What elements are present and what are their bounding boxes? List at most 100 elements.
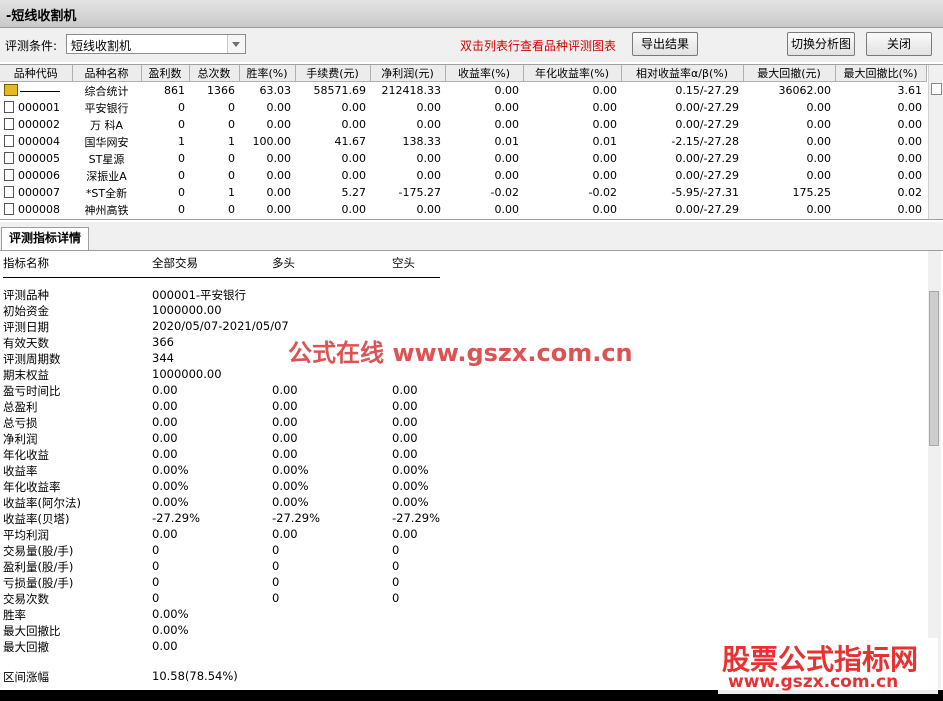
column-header[interactable]: 净利润(元) bbox=[370, 65, 446, 82]
column-header[interactable]: 品种代码 bbox=[0, 65, 73, 82]
column-header[interactable]: 相对收益率α/β(%) bbox=[621, 65, 744, 82]
column-header[interactable]: 盈利数 bbox=[141, 65, 190, 82]
cell-text: 58571.69 bbox=[313, 84, 367, 97]
summary-icon bbox=[4, 84, 18, 96]
table-row[interactable]: 000008 神州高铁 0 0 0.00 0.00 0.00 0.00 0.00 0.00/-27… bbox=[0, 201, 926, 218]
metric-value: 2020/05/07-2021/05/07 bbox=[152, 319, 289, 333]
close-button[interactable]: 关闭 bbox=[866, 32, 932, 56]
cell-text: 0.00 bbox=[806, 118, 832, 131]
cell-text: 0.00 bbox=[416, 203, 442, 216]
cell-text: 0.00 bbox=[897, 118, 923, 131]
table-cell: 0 bbox=[141, 184, 189, 201]
table-cell: 0 bbox=[141, 150, 189, 167]
detail-row: 收益率(贝塔) -27.29% -27.29% -27.29% bbox=[0, 511, 700, 527]
table-cell: 000004 bbox=[0, 133, 72, 150]
table-cell: -175.27 bbox=[370, 184, 445, 201]
cell-text: 0.00/-27.29 bbox=[675, 203, 739, 216]
metric-name: 最大回撤比 bbox=[3, 624, 61, 638]
cell-text: 0.00 bbox=[494, 101, 520, 114]
table-cell: 138.33 bbox=[370, 133, 445, 150]
cell-text: 000002 bbox=[18, 118, 60, 131]
metric-name: 最大回撤 bbox=[3, 640, 49, 654]
table-scrollbar[interactable] bbox=[928, 65, 943, 219]
table-cell: 1 bbox=[189, 184, 239, 201]
column-header[interactable]: 收益率(%) bbox=[445, 65, 524, 82]
cell-text: 0 bbox=[228, 152, 235, 165]
chevron-down-icon[interactable] bbox=[227, 35, 245, 53]
table-row[interactable]: 000001 平安银行 0 0 0.00 0.00 0.00 0.00 0.00 0.00/-27… bbox=[0, 99, 926, 116]
detail-tabstrip: 评测指标详情 bbox=[0, 222, 943, 251]
cell-text: 0.00 bbox=[592, 101, 618, 114]
table-cell: 0 bbox=[189, 150, 239, 167]
table-cell: ST星源 bbox=[72, 150, 141, 167]
cell-text: *ST全新 bbox=[85, 186, 128, 200]
cell-text: ST星源 bbox=[88, 152, 125, 166]
cell-text: -5.95/-27.31 bbox=[671, 186, 739, 199]
cell-text: -0.02 bbox=[588, 186, 617, 199]
table-row[interactable]: 综合统计 861 1366 63.03 58571.69 212418.33 0.00 0.0… bbox=[0, 82, 926, 100]
cell-text: 0.00 bbox=[494, 169, 520, 182]
tab-detail[interactable]: 评测指标详情 bbox=[1, 227, 89, 250]
metric-value: 0.00% bbox=[152, 463, 189, 477]
table-cell: 0 bbox=[189, 167, 239, 184]
switch-chart-button[interactable]: 切换分析图 bbox=[787, 32, 855, 56]
table-row[interactable]: 000002 万 科A 0 0 0.00 0.00 0.00 0.00 0.00 0.00/-27… bbox=[0, 116, 926, 133]
table-cell: 41.67 bbox=[295, 133, 370, 150]
cell-text: 0.00 bbox=[897, 169, 923, 182]
metric-name: 区间涨幅 bbox=[3, 670, 49, 684]
table-row[interactable]: 000004 国华网安 1 1 100.00 41.67 138.33 0.01 0.01 -2.… bbox=[0, 133, 926, 150]
table-cell: 3.61 bbox=[835, 82, 926, 100]
detail-row: 初始资金 1000000.00 bbox=[0, 303, 700, 319]
title-bar[interactable]: -短线收割机 bbox=[0, 0, 943, 28]
cell-text: 0 bbox=[178, 203, 185, 216]
table-cell: 0.00 bbox=[370, 99, 445, 116]
cell-text: 861 bbox=[164, 84, 185, 97]
export-button[interactable]: 导出结果 bbox=[632, 32, 698, 56]
cell-text: 000007 bbox=[18, 186, 60, 199]
column-header[interactable]: 最大回撤比(%) bbox=[835, 65, 927, 82]
detail-row: 收益率 0.00% 0.00% 0.00% bbox=[0, 463, 700, 479]
table-row[interactable]: 000007 *ST全新 0 1 0.00 5.27 -175.27 -0.02 -0.02 -5… bbox=[0, 184, 926, 201]
column-header[interactable]: 总次数 bbox=[189, 65, 240, 82]
table-cell: 000008 bbox=[0, 201, 72, 218]
column-header[interactable]: 手续费(元) bbox=[295, 65, 371, 82]
cell-text: 0.00 bbox=[266, 118, 292, 131]
condition-select[interactable]: 短线收割机 bbox=[66, 34, 246, 54]
cell-text: 000008 bbox=[18, 203, 60, 216]
table-cell: 0.00 bbox=[743, 167, 835, 184]
table-cell: 0.00 bbox=[445, 116, 523, 133]
cell-text: 0.00 bbox=[341, 152, 367, 165]
cell-text: 0.15/-27.29 bbox=[675, 84, 739, 97]
cell-text: 0.00/-27.29 bbox=[675, 169, 739, 182]
cell-text: 100.00 bbox=[252, 135, 292, 148]
cell-text: 0 bbox=[228, 169, 235, 182]
metric-name: 年化收益率 bbox=[3, 480, 61, 494]
column-header[interactable]: 品种名称 bbox=[72, 65, 142, 82]
table-row[interactable]: 000005 ST星源 0 0 0.00 0.00 0.00 0.00 0.00 0.00/-27… bbox=[0, 150, 926, 167]
table-cell: 1 bbox=[189, 133, 239, 150]
cell-text: -2.15/-27.28 bbox=[671, 135, 739, 148]
table-cell: 0.00 bbox=[743, 150, 835, 167]
file-icon bbox=[4, 135, 14, 147]
table-cell: 000007 bbox=[0, 184, 72, 201]
table-cell: 0.00 bbox=[370, 201, 445, 218]
metric-value: 10.58(78.54%) bbox=[152, 669, 238, 683]
detail-row: 评测品种 000001-平安银行 bbox=[0, 287, 700, 303]
table-cell: 0.00/-27.29 bbox=[621, 116, 743, 133]
table-cell: 0.00 bbox=[239, 167, 295, 184]
cell-text: 212418.33 bbox=[381, 84, 442, 97]
column-header[interactable]: 胜率(%) bbox=[239, 65, 296, 82]
table-cell: 综合统计 bbox=[72, 82, 141, 100]
cell-text: 0.00 bbox=[494, 84, 520, 97]
detail-scrollbar[interactable] bbox=[928, 251, 941, 689]
cell-text: 0.01 bbox=[494, 135, 520, 148]
table-row[interactable]: 000006 深振业A 0 0 0.00 0.00 0.00 0.00 0.00 0.00/-27… bbox=[0, 167, 926, 184]
column-header[interactable]: 年化收益率(%) bbox=[523, 65, 622, 82]
detail-row: 交易量(股/手) 0 0 0 bbox=[0, 543, 700, 559]
column-header[interactable]: 最大回撤(元) bbox=[743, 65, 836, 82]
table-cell: 0.00 bbox=[743, 99, 835, 116]
table-cell: 0.00 bbox=[743, 116, 835, 133]
scroll-thumb[interactable] bbox=[929, 291, 939, 446]
metric-name: 评测日期 bbox=[3, 320, 49, 334]
cell-text: 000001 bbox=[18, 101, 60, 114]
